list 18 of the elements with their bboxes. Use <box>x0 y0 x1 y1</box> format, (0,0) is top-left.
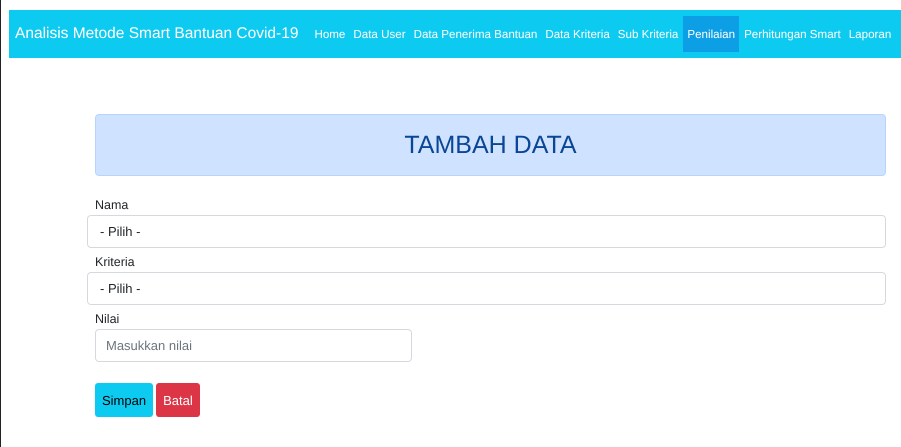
select-field[interactable]: - Pilih - <box>87 272 886 305</box>
nav-link[interactable]: Sub Kriteria <box>614 10 682 58</box>
field-label: Nama <box>95 198 130 212</box>
field-label: Nilai <box>95 312 120 326</box>
page-title: TAMBAH DATA <box>404 130 577 160</box>
nav-link[interactable]: Data Kriteria <box>541 10 614 58</box>
save-button[interactable]: Simpan <box>95 383 154 417</box>
nav-link[interactable]: Data Penerima Bantuan <box>410 10 542 58</box>
nav-link[interactable]: Perhitungan Smart <box>740 10 845 58</box>
field-label: Kriteria <box>95 255 136 269</box>
nav-link[interactable]: Data User <box>349 10 410 58</box>
nav-link[interactable]: Penilaian <box>683 16 740 52</box>
input-field[interactable]: Masukkan nilai <box>95 329 412 362</box>
nav-link[interactable]: Home <box>310 10 350 58</box>
select-field[interactable]: - Pilih - <box>87 215 886 248</box>
brand-title[interactable]: Analisis Metode Smart Bantuan Covid-19 <box>15 25 298 43</box>
nav-link[interactable]: Laporan <box>844 10 896 58</box>
cancel-button[interactable]: Batal <box>156 383 200 417</box>
